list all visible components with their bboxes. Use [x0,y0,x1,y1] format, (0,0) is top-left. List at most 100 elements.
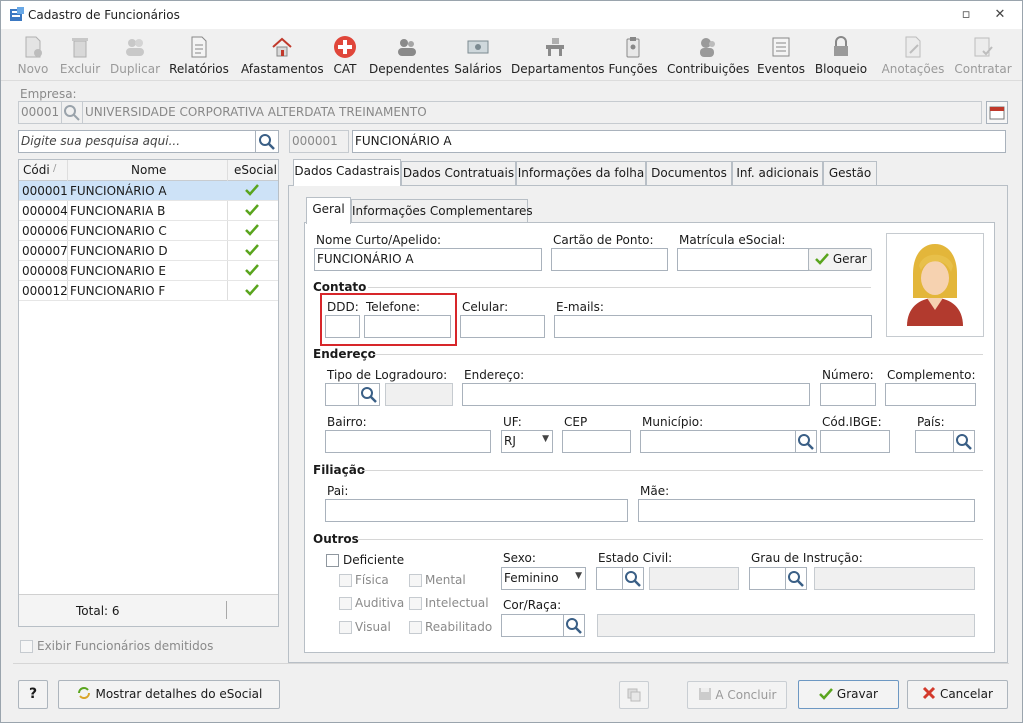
mae-label: Mãe: [640,484,670,498]
search-button[interactable] [255,130,279,153]
search-icon [625,571,641,587]
app-icon [10,7,24,21]
celular-input[interactable] [460,315,545,338]
cor-raca-desc [597,614,975,637]
cod-ibge-input[interactable] [820,430,890,453]
filiacao-section: Filiação [313,463,366,477]
contribuicoes-button[interactable]: Contribuições [667,33,749,77]
check-icon [245,184,259,196]
anotacoes-button[interactable]: Anotações [881,33,945,77]
table-row[interactable]: 000006 FUNCIONARIO C [19,221,278,241]
badge-icon [626,37,640,58]
a-concluir-button[interactable]: A Concluir [687,681,787,709]
matricula-input[interactable] [677,248,809,271]
help-button[interactable]: ? [18,680,48,709]
salarios-button[interactable]: Salários [453,33,503,77]
restore-icon[interactable]: ▫ [953,4,979,26]
bairro-input[interactable] [325,430,491,453]
mae-input[interactable] [638,499,975,522]
close-icon[interactable]: ✕ [987,4,1013,26]
relatorios-button[interactable]: Relatórios [169,33,229,77]
deficiente-checkbox[interactable] [326,554,339,567]
numero-input[interactable] [820,383,876,406]
fisica-checkbox[interactable] [339,574,352,587]
tab-geral[interactable]: Geral [306,197,351,224]
exibir-demitidos-checkbox[interactable] [20,640,33,653]
highlight-box [320,293,457,346]
table-row[interactable]: 000001 FUNCIONÁRIO A [19,181,278,201]
tab-gestao[interactable]: Gestão [823,161,877,186]
gravar-button[interactable]: Gravar [798,680,899,709]
cancelar-button[interactable]: Cancelar [907,680,1008,709]
pai-input[interactable] [325,499,628,522]
tab-dados-contratuais[interactable]: Dados Contratuais [401,161,516,186]
municipio-input[interactable] [640,430,797,453]
auditiva-checkbox[interactable] [339,597,352,610]
pai-label: Pai: [327,484,349,498]
table-row[interactable]: 000007 FUNCIONARIO D [19,241,278,261]
contratar-button[interactable]: Contratar [953,33,1013,77]
municipio-search-button[interactable] [795,430,817,453]
estado-civil-input[interactable] [596,567,624,590]
mostrar-detalhes-esocial-button[interactable]: Mostrar detalhes do eSocial [58,680,280,709]
cat-button[interactable]: CAT [329,33,361,77]
table-row[interactable]: 000008 FUNCIONARIO E [19,261,278,281]
tab-informacoes-complementares[interactable]: Informações Complementares [351,199,533,224]
search-input[interactable]: Digite sua pesquisa aqui... [18,130,256,153]
cartao-ponto-input[interactable] [551,248,668,271]
employee-photo[interactable] [886,233,984,337]
gerar-button[interactable]: Gerar [808,248,872,271]
uf-select[interactable]: RJ ▼ [501,430,553,453]
funcoes-button[interactable]: Funções [607,33,659,77]
pais-input[interactable] [915,430,954,453]
estado-civil-label: Estado Civil: [598,551,673,565]
sexo-select[interactable]: Feminino ▼ [501,567,586,590]
pais-search-button[interactable] [953,430,975,453]
tab-dados-cadastrais[interactable]: Dados Cadastrais [293,159,401,186]
mental-checkbox[interactable] [409,574,422,587]
duplicar-button[interactable]: Duplicar [109,33,161,77]
cep-input[interactable] [562,430,631,453]
col-header-code[interactable]: Códi [23,163,50,177]
grau-instrucao-search-button[interactable] [785,567,807,590]
close-icon [923,686,936,700]
copy-icon [627,688,641,702]
afastamentos-button[interactable]: Afastamentos [241,33,324,77]
empresa-calendar-button[interactable] [986,101,1008,124]
grau-instrucao-input[interactable] [749,567,787,590]
reabilitado-checkbox[interactable] [409,621,422,634]
col-header-esocial[interactable]: eSocial [234,163,277,177]
tab-documentos[interactable]: Documentos [646,161,732,186]
eventos-button[interactable]: Eventos [757,33,805,77]
table-row[interactable]: 000004 FUNCIONARIA B [19,201,278,221]
excluir-button[interactable]: Excluir [59,33,101,77]
departamentos-button[interactable]: Departamentos [511,33,605,77]
copy-button[interactable] [619,681,649,709]
cor-raca-input[interactable] [501,614,565,637]
tipo-logradouro-search-button[interactable] [358,383,380,406]
estado-civil-search-button[interactable] [622,567,644,590]
cor-raca-search-button[interactable] [563,614,585,637]
complemento-input[interactable] [885,383,976,406]
bloqueio-button[interactable]: Bloqueio [813,33,869,77]
tab-informacoes-folha[interactable]: Informações da folha [516,161,646,186]
search-icon [956,434,972,450]
report-icon [191,36,207,58]
dependentes-button[interactable]: Dependentes [369,33,449,77]
sexo-label: Sexo: [503,551,536,565]
novo-button[interactable]: Novo [13,33,53,77]
col-header-name[interactable]: Nome [131,163,166,177]
calendar-icon [989,106,1005,120]
intelectual-checkbox[interactable] [409,597,422,610]
deficiente-label: Deficiente [343,553,405,567]
table-row[interactable]: 000012 FUNCIONARIO F [19,281,278,301]
check-icon [245,264,259,276]
tipo-logradouro-input[interactable] [325,383,360,406]
grau-instrucao-label: Grau de Instrução: [751,551,863,565]
visual-checkbox[interactable] [339,621,352,634]
emails-input[interactable] [554,315,872,338]
nome-curto-input[interactable]: FUNCIONÁRIO A [314,248,542,271]
tab-inf-adicionais[interactable]: Inf. adicionais [732,161,823,186]
endereco-input[interactable] [462,383,810,406]
selected-code-field: 000001 [289,130,349,153]
